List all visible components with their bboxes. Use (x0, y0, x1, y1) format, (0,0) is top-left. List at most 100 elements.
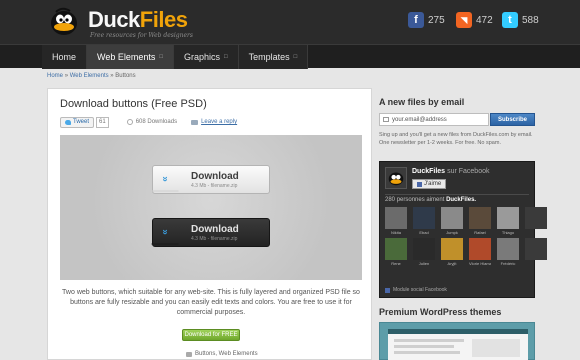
fan-name: Rafael (474, 230, 486, 235)
preview-light-button: » Download 4.3 Mb - filename.zip (151, 165, 270, 194)
avatar (441, 207, 463, 229)
fan-name: Vlorie Hlama (469, 261, 491, 266)
nav-home-label: Home (52, 52, 77, 62)
facebook-widget: DuckFiles sur Facebook J'aime 280 personn… (379, 161, 547, 298)
fan-item[interactable]: Frédéric (497, 238, 519, 266)
dropdown-icon: □ (224, 54, 228, 60)
fan-item[interactable]: Ebad (413, 207, 435, 235)
avatar (497, 238, 519, 260)
download-icon (126, 119, 133, 125)
text-line (394, 339, 464, 342)
fan-item[interactable]: Julien (413, 238, 435, 266)
fan-item[interactable]: Vlorie Hlama (469, 238, 491, 266)
rss-icon: ◥ (456, 12, 472, 28)
fan-item[interactable]: Aryjit (441, 238, 463, 266)
fan-name (525, 230, 547, 235)
preview-image: » Download 4.3 Mb - filename.zip » Downl… (60, 135, 362, 280)
theme-screenshot (388, 329, 528, 360)
fan-item[interactable]: Rafael (469, 207, 491, 235)
nav-home[interactable]: Home (42, 45, 88, 69)
breadcrumb-separator: » (64, 73, 69, 79)
text-line (394, 345, 454, 348)
facebook-plugin-link[interactable]: Module social Facebook (385, 287, 447, 293)
post-tags-label[interactable]: Buttons, Web Elements (195, 351, 258, 357)
download-free-button[interactable]: Download for FREE (182, 329, 240, 341)
fan-name: Frédéric (500, 261, 516, 266)
fan-item[interactable]: Rene (385, 238, 407, 266)
nav-templates-label: Templates (248, 52, 290, 62)
fan-item[interactable] (525, 238, 547, 266)
text-line (394, 351, 460, 354)
dropdown-icon: □ (159, 54, 163, 60)
fan-name: Rene (391, 261, 401, 266)
logo-text: DuckFiles (88, 7, 188, 32)
mail-icon (383, 117, 389, 122)
facebook-icon: f (408, 12, 424, 28)
tweet-count: 61 (96, 116, 109, 128)
nav-graphics-label: Graphics (184, 52, 221, 62)
fan-item[interactable]: Thiago (497, 207, 519, 235)
nav-bar: Home Web Elements □ Graphics □ Templates □ (0, 44, 580, 69)
avatar (469, 207, 491, 229)
twitter-count[interactable]: t 588 (502, 11, 539, 29)
fan-name: Nikita (390, 230, 401, 235)
email-heading: A new files by email (379, 97, 465, 107)
wordpress-theme-preview[interactable] (379, 322, 535, 360)
dropdown-icon: □ (293, 54, 298, 60)
fan-name (525, 261, 547, 266)
fan-name: Thiago (501, 230, 515, 235)
site-logo[interactable]: DuckFiles Free resources for Web designe… (48, 4, 228, 40)
nav-graphics[interactable]: Graphics □ (174, 45, 239, 69)
twitter-count-value: 588 (522, 14, 539, 26)
fan-item[interactable]: Jumpk (441, 207, 463, 235)
divider (385, 194, 529, 195)
leave-reply-link[interactable]: Leave a reply (191, 119, 237, 125)
avatar (525, 238, 547, 260)
facebook-page-avatar[interactable] (385, 167, 407, 189)
facebook-icon (385, 287, 390, 293)
email-placeholder: your.email@address (392, 116, 447, 123)
chevron-down-icon: » (151, 220, 179, 245)
post-tags: Buttons, Web Elements (186, 351, 258, 357)
theme-header-bar (388, 329, 528, 334)
nav-web-elements[interactable]: Web Elements □ (87, 45, 174, 69)
facebook-page-name[interactable]: DuckFiles sur Facebook (412, 168, 490, 175)
preview-dark-label: Download (191, 223, 239, 235)
twitter-bird-icon (65, 119, 71, 125)
breadcrumb-web-elements[interactable]: Web Elements (70, 73, 109, 79)
fan-item[interactable]: Nikita (385, 207, 407, 235)
duck-logo-icon (51, 7, 77, 35)
fan-item[interactable] (525, 207, 547, 235)
breadcrumb-home[interactable]: Home (47, 73, 63, 79)
facebook-count[interactable]: f 275 (408, 11, 445, 29)
thumbs-up-icon (417, 181, 422, 187)
rss-count[interactable]: ◥ 472 (456, 11, 493, 29)
tweet-button[interactable]: Tweet (60, 116, 95, 128)
twitter-icon: t (502, 12, 518, 28)
facebook-count-value: 275 (428, 14, 445, 26)
post-description: Two web buttons, which suitable for any … (62, 289, 360, 316)
facebook-fan-grid: Nikita Ebad Jumpk Rafael Thiago Rene Jul… (385, 207, 547, 266)
facebook-plugin-label: Module social Facebook (393, 287, 447, 293)
download-count-label: 608 Downloads (135, 119, 178, 125)
theme-image-block (472, 339, 520, 357)
nav-web-elements-label: Web Elements (97, 52, 156, 62)
post-card: Download buttons (Free PSD) Tweet 61 608… (47, 88, 372, 360)
chevron-down-icon: » (151, 167, 179, 192)
facebook-like-button[interactable]: J'aime (412, 179, 447, 189)
email-note: Sing up and you'll get a new files from … (379, 132, 533, 146)
email-field[interactable]: your.email@address (379, 113, 489, 126)
facebook-fan-count: 280 personnes aiment DuckFiles. (385, 197, 477, 203)
subscribe-button[interactable]: Subscribe (490, 113, 535, 126)
avatar (525, 207, 547, 229)
facebook-like-label: J'aime (424, 181, 442, 187)
avatar (413, 207, 435, 229)
avatar (413, 238, 435, 260)
nav-templates[interactable]: Templates □ (238, 45, 309, 69)
avatar (385, 207, 407, 229)
preview-dark-button: » Download 4.3 Mb - filename.zip (151, 218, 270, 247)
tagline: Free resources for Web designers (90, 32, 193, 39)
breadcrumb: Home » Web Elements » Buttons (47, 73, 136, 79)
preview-light-info: 4.3 Mb - filename.zip (191, 182, 238, 189)
fan-name: Aryjit (447, 261, 457, 266)
